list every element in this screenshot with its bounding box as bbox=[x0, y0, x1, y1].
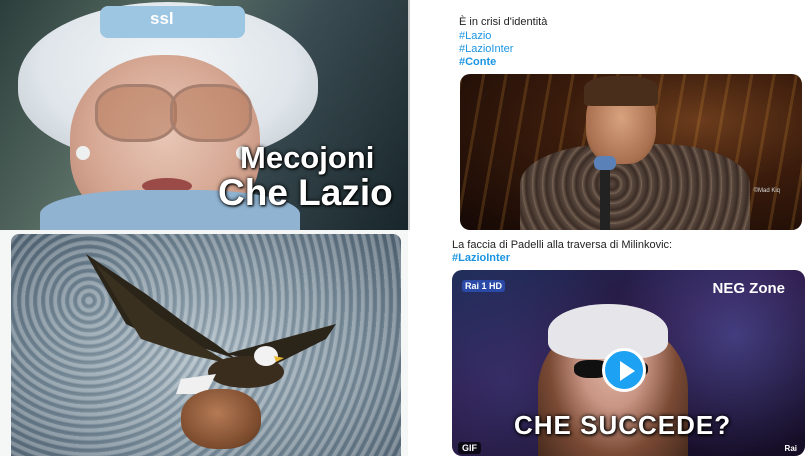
glasses-left-lens bbox=[95, 84, 177, 142]
tweet-image[interactable]: ©Mad Kiq bbox=[460, 74, 802, 230]
tweet-text: La faccia di Padelli alla traversa di Mi… bbox=[452, 239, 673, 251]
video-caption: CHE SUCCEDE? bbox=[514, 410, 732, 440]
meme-caption-line1: Mecojoni bbox=[240, 140, 375, 175]
meme-panel-eagle bbox=[0, 230, 408, 456]
tweet-video[interactable]: Rai 1 HD NEG Zone CHE SUCCEDE? GIF Rai bbox=[452, 270, 805, 456]
microphone-head bbox=[594, 156, 616, 170]
play-icon bbox=[620, 361, 635, 381]
earring-left bbox=[76, 146, 90, 160]
overlay-label: NEG Zone bbox=[712, 280, 785, 297]
hashtag-link-laziointer[interactable]: #LazioInter bbox=[452, 252, 510, 264]
tweet-card-1: È in crisi d'identità #Lazio #LazioInter… bbox=[408, 0, 810, 230]
tweet-card-2: La faccia di Padelli alla traversa di Mi… bbox=[408, 230, 810, 456]
meme-caption-line2: Che Lazio bbox=[218, 172, 393, 213]
hashtag-link-lazio[interactable]: #Lazio bbox=[459, 30, 491, 42]
channel-logo: Rai 1 HD bbox=[462, 280, 506, 292]
gif-badge: GIF bbox=[458, 442, 481, 454]
play-button[interactable] bbox=[602, 348, 646, 392]
glasses-right-lens bbox=[170, 84, 252, 142]
tweet-text: È in crisi d'identità bbox=[459, 16, 548, 28]
hat-text: ssl bbox=[150, 9, 174, 28]
image-credit: ©Mad Kiq bbox=[753, 188, 780, 194]
watermark: Rai bbox=[784, 444, 797, 453]
singer-hair bbox=[548, 304, 668, 359]
microphone-stand bbox=[600, 160, 610, 230]
performer-hair bbox=[584, 76, 658, 106]
hashtag-link-conte[interactable]: #Conte bbox=[459, 56, 496, 68]
eagle-photo bbox=[11, 234, 401, 456]
meme-panel-queen: ssl Mecojoni Che Lazio bbox=[0, 0, 408, 230]
wig-shape bbox=[181, 389, 261, 449]
hashtag-link-laziointer[interactable]: #LazioInter bbox=[459, 43, 513, 55]
